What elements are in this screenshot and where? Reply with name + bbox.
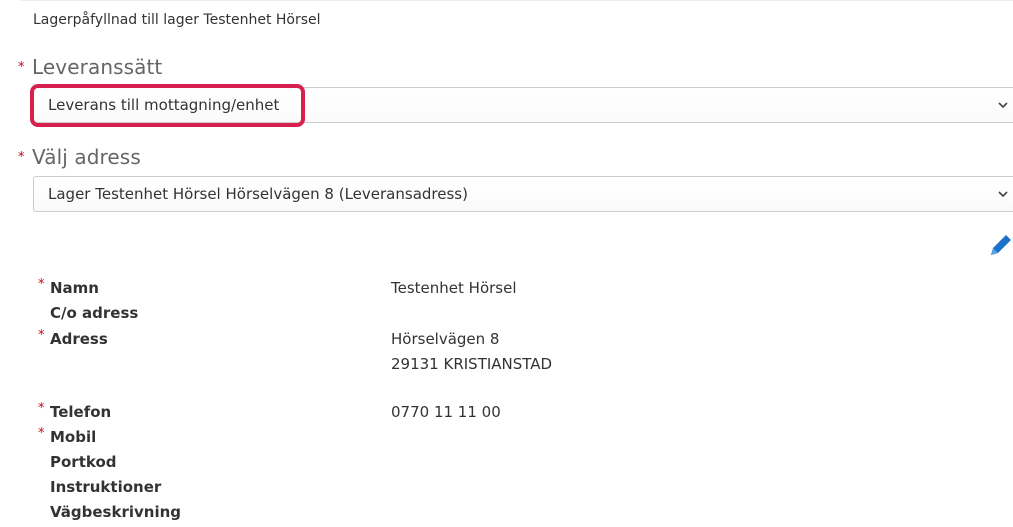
chevron-down-icon	[998, 102, 1008, 109]
address-select-label: Välj adress	[32, 145, 141, 169]
co-address-label: C/o adress	[50, 304, 139, 322]
required-marker: *	[18, 150, 25, 165]
directions-label: Vägbeskrivning	[50, 503, 182, 521]
address-select-value: Lager Testenhet Hörsel Hörselvägen 8 (Le…	[48, 185, 468, 203]
required-marker: *	[38, 277, 45, 292]
phone-label: Telefon	[50, 403, 112, 421]
address-line1: Hörselvägen 8	[391, 330, 500, 348]
required-marker: *	[38, 328, 45, 343]
chevron-down-icon	[998, 191, 1008, 198]
name-label: Namn	[50, 279, 99, 297]
address-line2: 29131 KRISTIANSTAD	[391, 355, 553, 373]
pencil-icon[interactable]	[988, 232, 1013, 258]
required-marker: *	[18, 60, 25, 75]
name-value: Testenhet Hörsel	[391, 279, 517, 297]
address-select[interactable]: Lager Testenhet Hörsel Hörselvägen 8 (Le…	[33, 176, 1013, 212]
top-divider	[20, 0, 1013, 1]
required-marker: *	[38, 401, 45, 416]
required-marker: *	[38, 426, 45, 441]
delivery-form: Lagerpåfyllnad till lager Testenhet Hörs…	[0, 0, 1013, 527]
mobile-label: Mobil	[50, 428, 97, 446]
address-label: Adress	[50, 330, 108, 348]
portcode-label: Portkod	[50, 453, 117, 471]
instructions-label: Instruktioner	[50, 478, 162, 496]
phone-value: 0770 11 11 00	[391, 403, 501, 421]
delivery-method-label: Leveranssätt	[32, 55, 163, 79]
highlight-annotation	[30, 84, 305, 127]
form-subtitle: Lagerpåfyllnad till lager Testenhet Hörs…	[33, 12, 321, 28]
